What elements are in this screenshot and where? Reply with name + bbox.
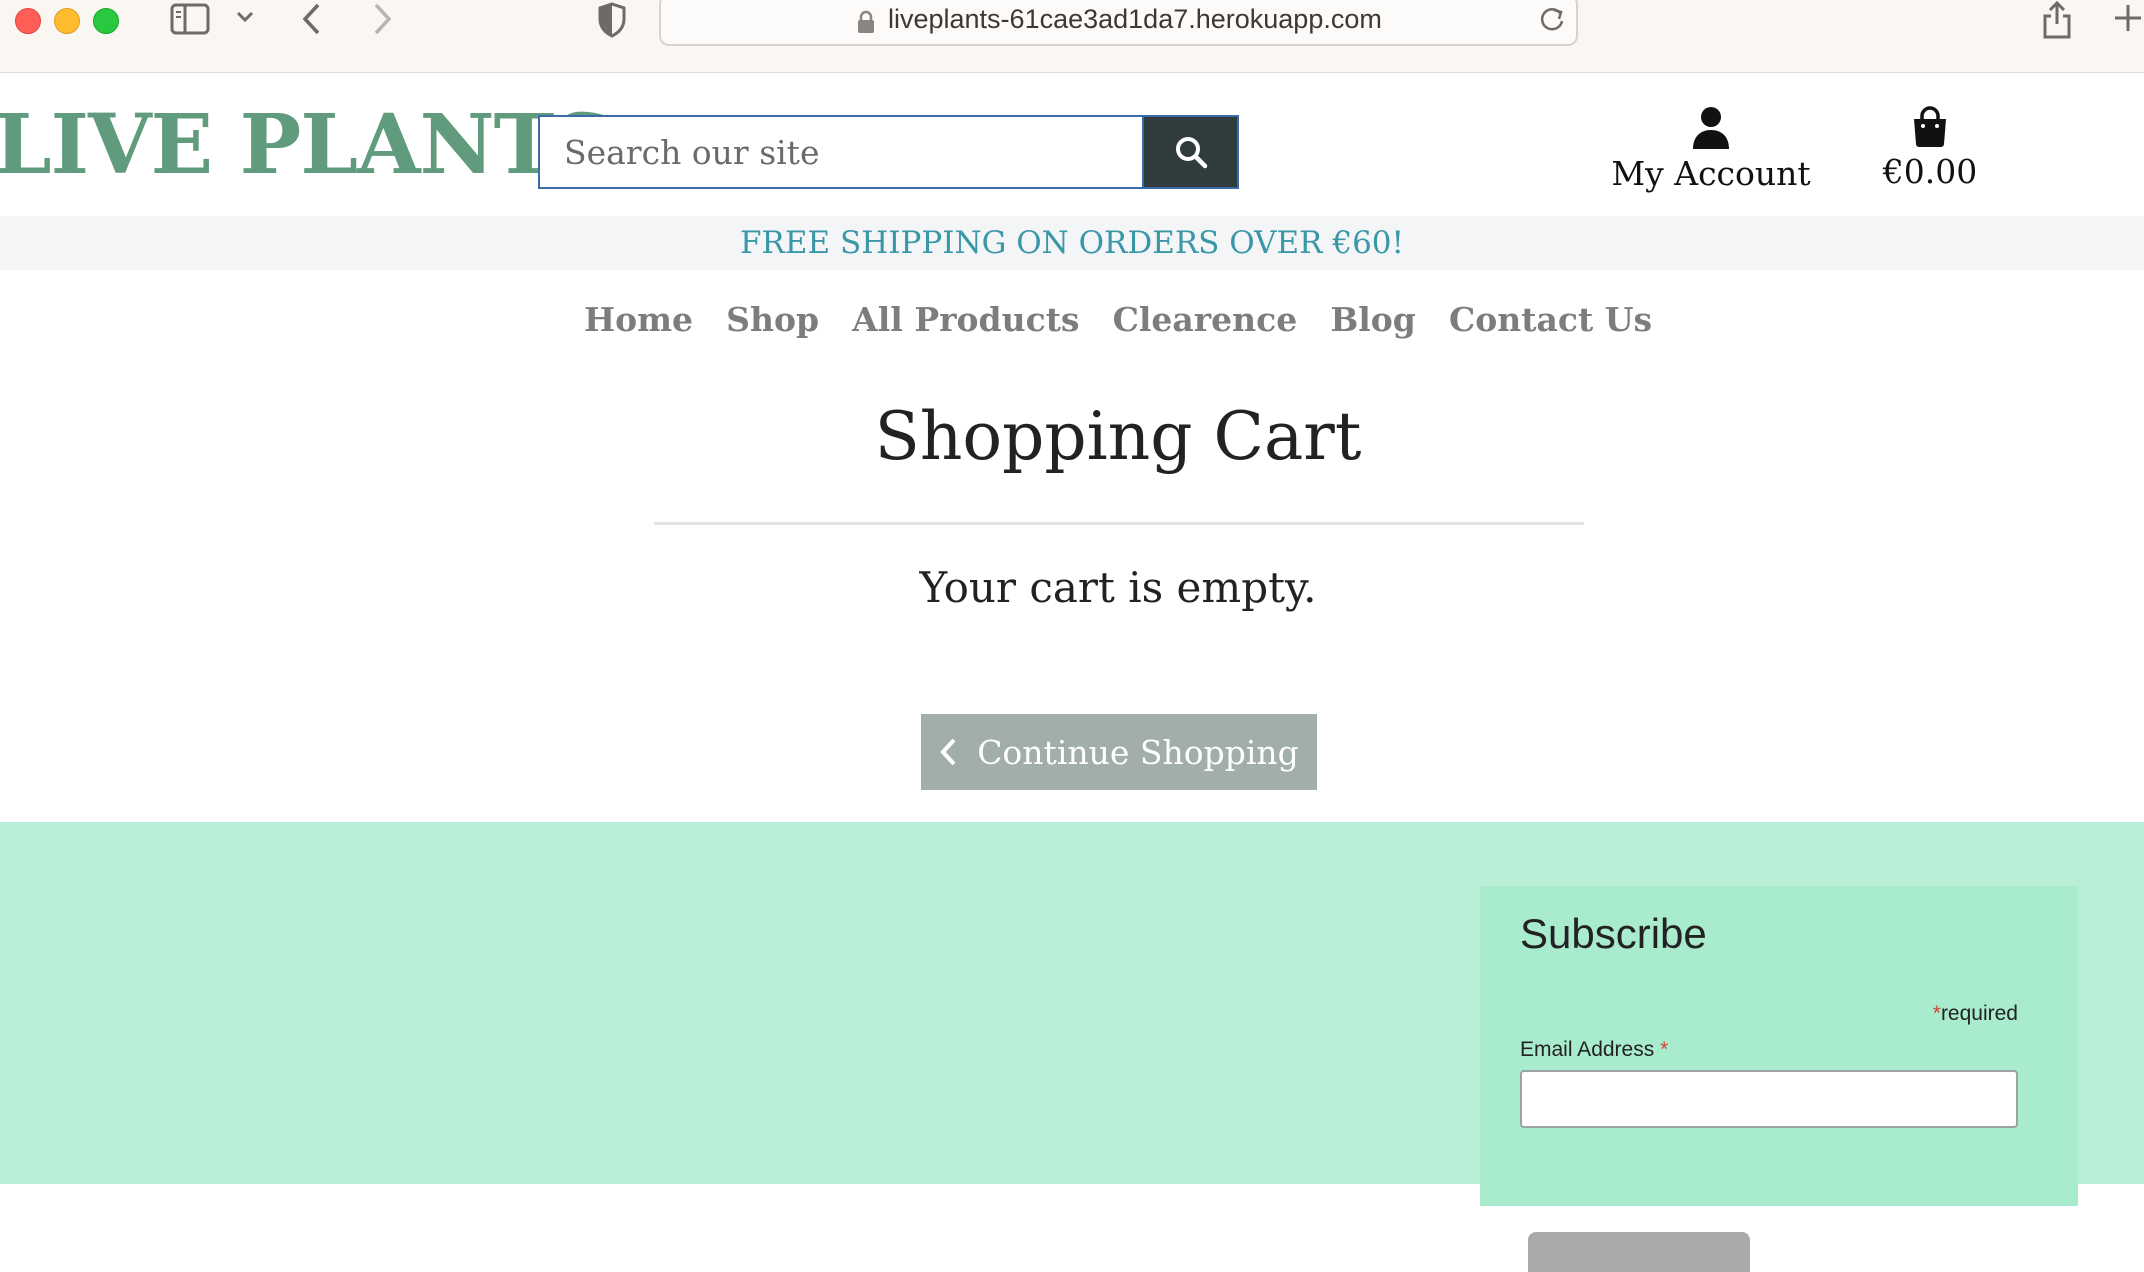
search-input[interactable] [538, 115, 1143, 189]
required-note: *required [1933, 1002, 2018, 1026]
user-icon [1693, 107, 1729, 149]
nav-clearence[interactable]: Clearence [1113, 300, 1298, 339]
email-field[interactable] [1520, 1070, 2018, 1128]
nav-home[interactable]: Home [584, 300, 693, 339]
email-required-asterisk: * [1660, 1038, 1669, 1061]
lock-icon [857, 10, 875, 38]
close-window-button[interactable] [15, 8, 41, 34]
continue-shopping-label: Continue Shopping [977, 732, 1299, 772]
new-tab-icon[interactable] [2112, 2, 2144, 34]
nav-all-products[interactable]: All Products [852, 300, 1079, 339]
free-shipping-banner: FREE SHIPPING ON ORDERS OVER €60! [0, 216, 2144, 270]
reload-icon[interactable] [1538, 4, 1566, 38]
nav-blog[interactable]: Blog [1330, 300, 1416, 339]
minimize-window-button[interactable] [54, 8, 80, 34]
chevron-left-icon [940, 738, 956, 766]
continue-shopping-button[interactable]: Continue Shopping [921, 714, 1317, 790]
empty-cart-message: Your cart is empty. [919, 563, 1317, 612]
share-icon[interactable] [2040, 0, 2074, 40]
privacy-shield-icon[interactable] [598, 2, 626, 38]
back-arrow-icon[interactable] [300, 2, 324, 36]
url-text: liveplants-61cae3ad1da7.herokuapp.com [888, 4, 1382, 34]
forward-arrow-icon[interactable] [370, 2, 394, 36]
search-icon [1175, 137, 1207, 169]
my-account-link[interactable]: My Account [1600, 106, 1822, 193]
chevron-down-icon[interactable] [235, 10, 255, 24]
browser-toolbar: liveplants-61cae3ad1da7.herokuapp.com [0, 0, 2144, 73]
subscribe-title: Subscribe [1520, 910, 1707, 957]
nav-contact-us[interactable]: Contact Us [1449, 300, 1652, 339]
address-bar[interactable]: liveplants-61cae3ad1da7.herokuapp.com [659, 0, 1578, 46]
nav-shop[interactable]: Shop [726, 300, 819, 339]
required-text: required [1940, 1002, 2018, 1025]
email-label-text: Email Address [1520, 1038, 1655, 1061]
search-button[interactable] [1142, 115, 1239, 189]
sidebar-toggle-icon[interactable] [170, 2, 210, 36]
shopping-bag-icon [1914, 106, 1946, 147]
main-nav: Home Shop All Products Clearence Blog Co… [0, 300, 2144, 339]
subscribe-panel: Subscribe *required Email Address * [1480, 886, 2078, 1272]
title-divider [654, 522, 1584, 525]
page-title: Shopping Cart [874, 398, 1362, 475]
cart-link[interactable]: €0.00 [1870, 106, 1990, 191]
my-account-label: My Account [1611, 154, 1811, 193]
subscribe-button[interactable] [1528, 1232, 1750, 1272]
site-logo[interactable]: LIVE PLANTS [0, 104, 613, 186]
required-asterisk: * [1932, 1002, 1941, 1025]
zoom-window-button[interactable] [93, 8, 119, 34]
footer: Subscribe *required Email Address * [0, 822, 2144, 1272]
cart-total: €0.00 [1882, 152, 1978, 191]
email-label: Email Address * [1520, 1038, 1668, 1062]
